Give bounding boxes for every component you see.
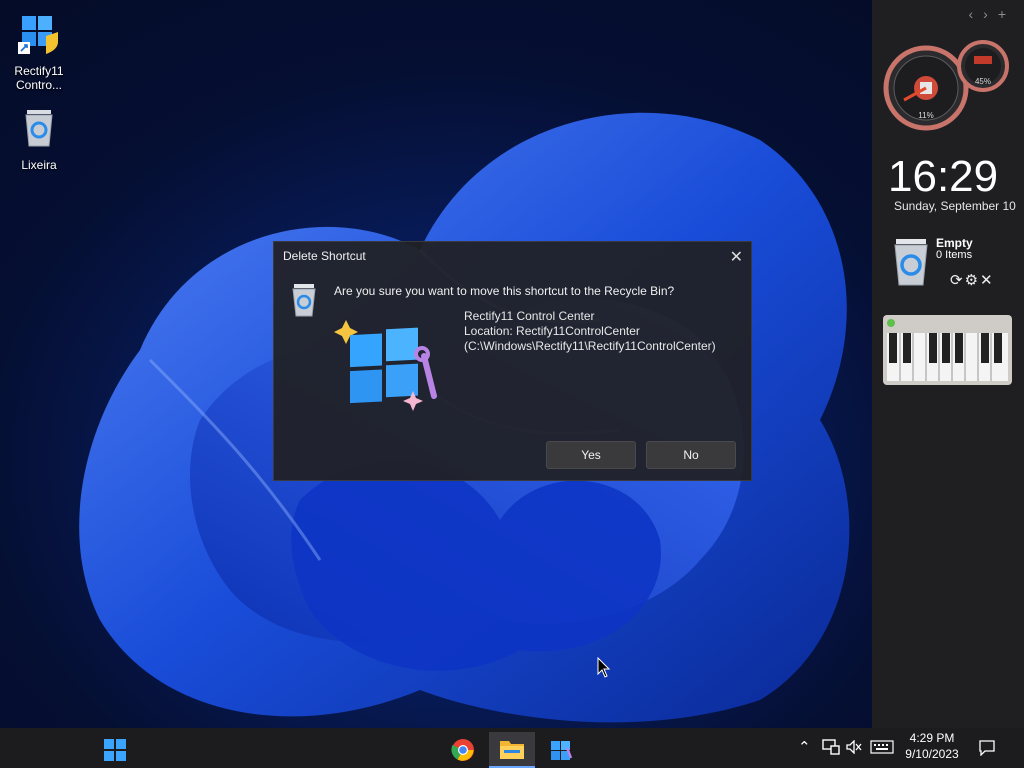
taskbar-date[interactable]: 9/10/2023 xyxy=(902,747,962,761)
chrome-icon xyxy=(451,739,474,761)
sidebar-nav: ‹›+ xyxy=(968,6,1016,22)
recycle-bin-icon xyxy=(894,239,928,286)
no-button[interactable]: No xyxy=(646,441,736,469)
recycle-gadget-controls: ⟳⚙✕ xyxy=(950,271,995,289)
folder-icon xyxy=(500,741,524,759)
start-button[interactable] xyxy=(92,732,138,768)
windows-logo-icon xyxy=(104,739,126,761)
notification-center-icon[interactable] xyxy=(979,740,995,756)
volume-muted-icon[interactable] xyxy=(846,740,862,754)
power-indicator-icon xyxy=(887,319,895,327)
desktop-icon-rectify11[interactable]: Rectify11 Contro... xyxy=(4,12,74,92)
cpu-meter-gadget[interactable]: 11% 45% xyxy=(882,36,1012,132)
recycle-gadget-count: 0 Items xyxy=(936,249,973,261)
clock-gadget-date: Sunday, September 10 xyxy=(894,199,1016,213)
taskbar-file-explorer[interactable] xyxy=(489,732,535,768)
refresh-icon[interactable]: ⟳ xyxy=(950,272,965,289)
taskbar: ⌃ 4:29 PM 9/10/2023 xyxy=(0,728,1024,768)
yes-button[interactable]: Yes xyxy=(546,441,636,469)
taskbar-time[interactable]: 4:29 PM xyxy=(902,731,962,745)
desktop-icon-label: Lixeira xyxy=(21,158,57,172)
piano-keys[interactable] xyxy=(887,333,1008,381)
gear-icon[interactable]: ⚙ xyxy=(965,272,980,289)
clock-gadget-time: 16:29 xyxy=(888,152,999,201)
recycle-bin-icon xyxy=(25,110,53,147)
rectify11-icon xyxy=(551,741,573,760)
sidebar-add-button[interactable]: + xyxy=(998,6,1016,22)
item-name: Rectify11 Control Center xyxy=(464,309,595,323)
dialog-question: Are you sure you want to move this short… xyxy=(334,284,675,298)
dialog-title: Delete Shortcut xyxy=(283,249,366,263)
recycle-bin-gadget[interactable]: Empty 0 Items ⟳⚙✕ xyxy=(884,233,1012,295)
piano-gadget[interactable] xyxy=(883,315,1012,385)
desktop-icon-label: Rectify11 Contro... xyxy=(14,64,64,92)
item-location: Location: Rectify11ControlCenter xyxy=(464,324,640,338)
sidebar-prev-button[interactable]: ‹ xyxy=(968,6,983,22)
dialog-item-info: Rectify11 Control Center Location: Recti… xyxy=(464,309,716,354)
keyboard-icon[interactable] xyxy=(870,740,894,754)
sidebar-next-button[interactable]: › xyxy=(983,6,998,22)
network-icon[interactable] xyxy=(822,739,840,755)
cpu-value: 11% xyxy=(918,111,933,120)
delete-shortcut-dialog: Delete Shortcut ✕ Are you sure you want … xyxy=(273,241,752,481)
mouse-cursor-icon xyxy=(597,657,611,678)
close-icon: ✕ xyxy=(729,249,743,266)
taskbar-rectify11[interactable] xyxy=(538,732,584,768)
recycle-gadget-status: Empty xyxy=(936,236,973,250)
rectify11-app-icon xyxy=(334,320,437,411)
memory-value: 45% xyxy=(975,77,991,86)
taskbar-chrome[interactable] xyxy=(440,732,486,768)
close-icon[interactable]: ✕ xyxy=(980,272,995,289)
desktop-icon-recycle-bin[interactable]: Lixeira xyxy=(4,106,74,172)
dialog-close-button[interactable]: ✕ xyxy=(730,247,743,267)
rectify11-shortcut-icon xyxy=(18,16,58,54)
item-path: (C:\Windows\Rectify11\Rectify11ControlCe… xyxy=(464,339,716,353)
show-hidden-icons-chevron-icon[interactable]: ⌃ xyxy=(798,738,811,756)
recycle-bin-icon xyxy=(292,284,316,317)
